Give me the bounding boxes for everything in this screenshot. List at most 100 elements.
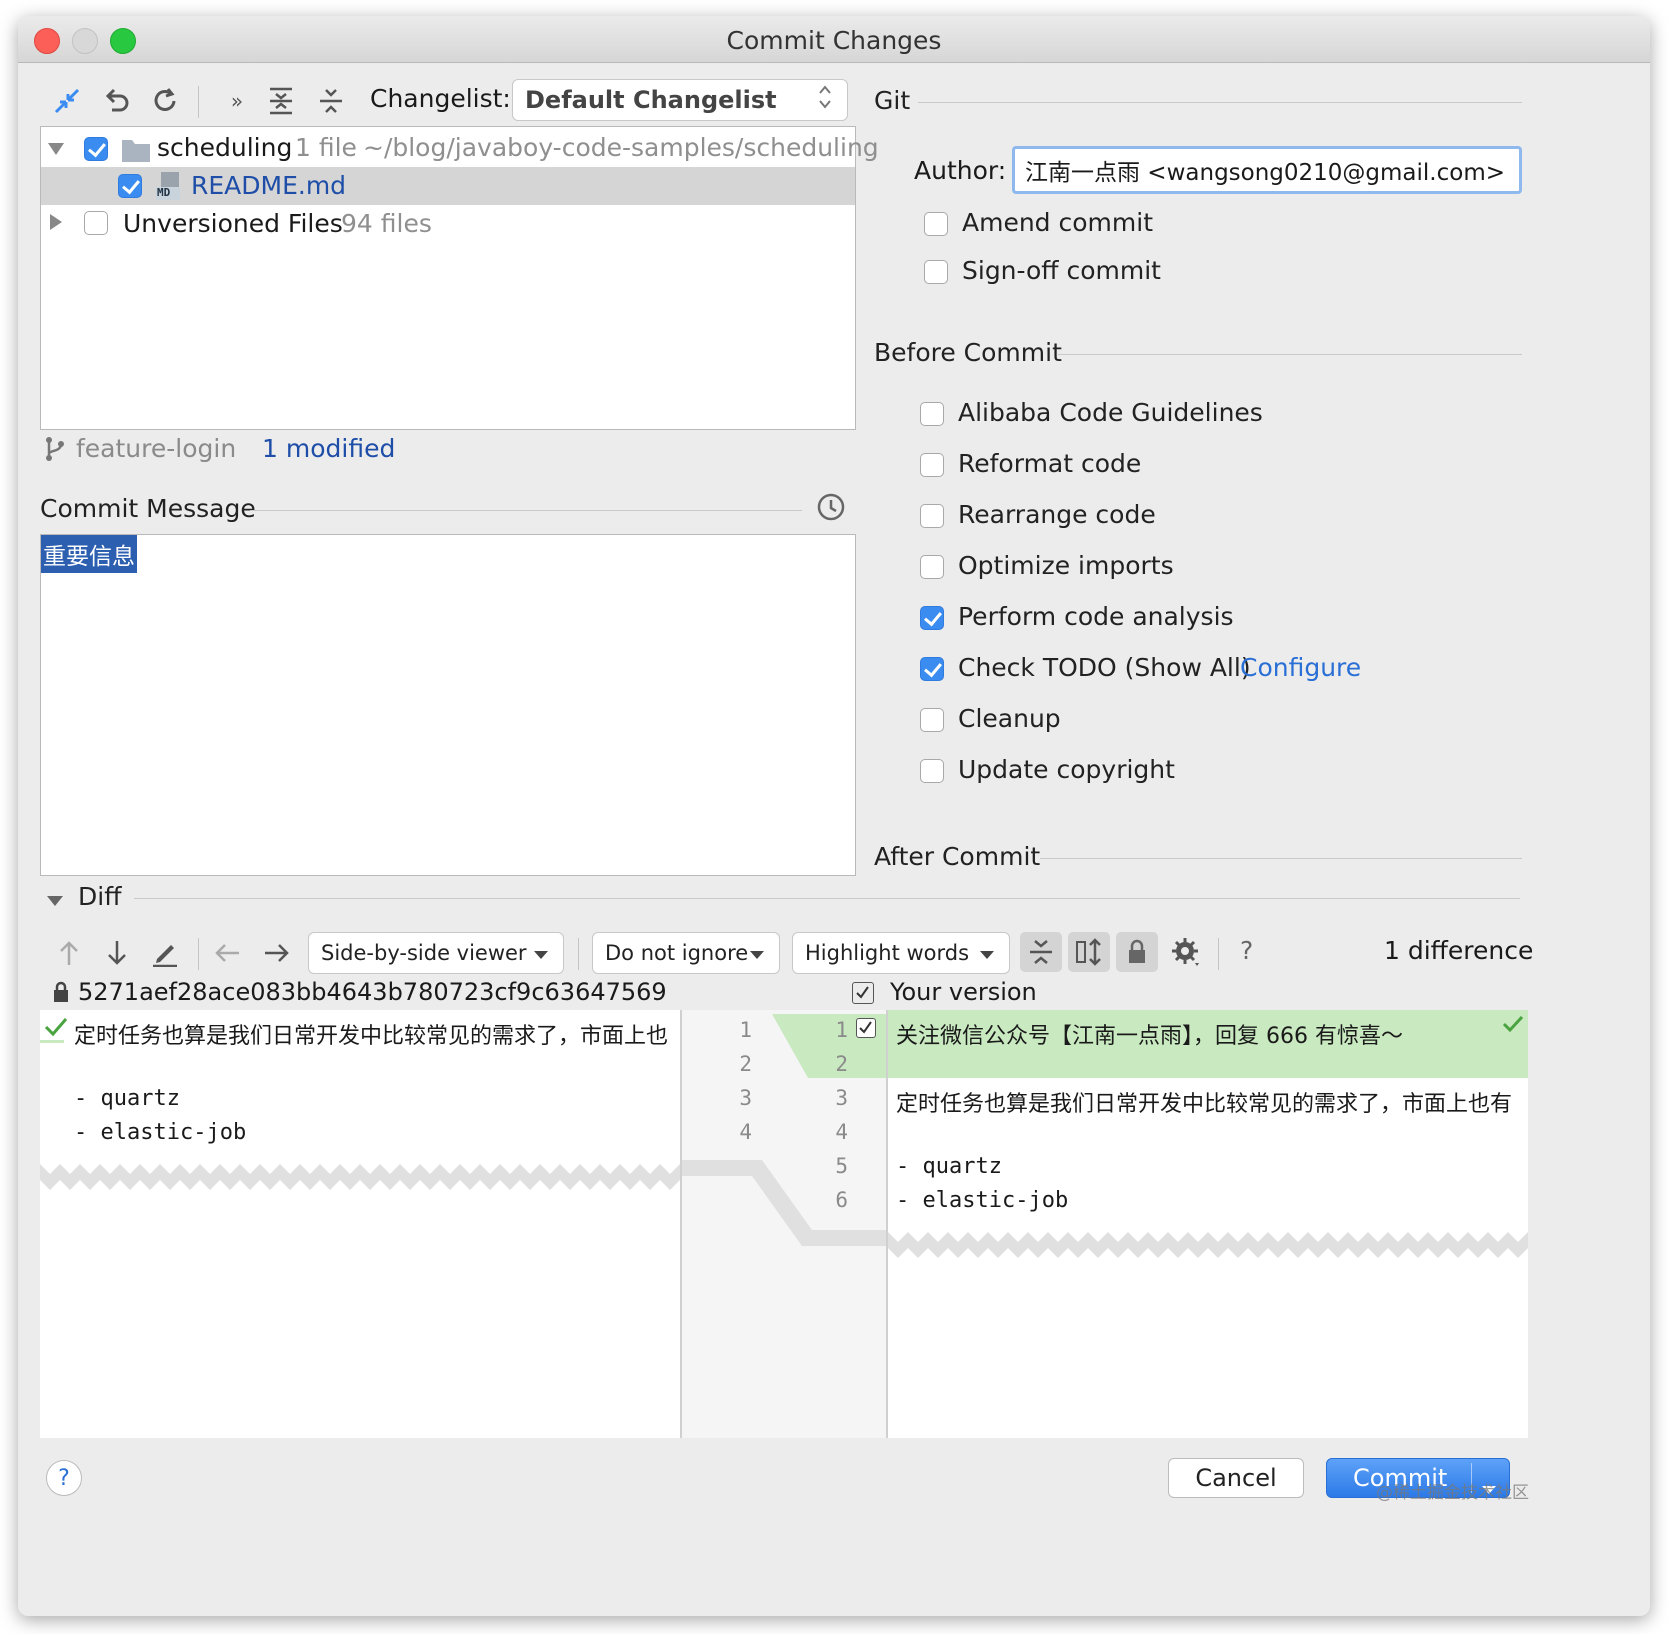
expand-all-icon[interactable] (264, 84, 298, 118)
whitespace-dropdown[interactable]: Do not ignore (592, 932, 780, 974)
whitespace-value: Do not ignore (605, 941, 749, 965)
unversioned-checkbox[interactable] (84, 211, 108, 235)
commit-message-label: Commit Message (40, 494, 256, 523)
update-copyright-label[interactable]: Update copyright (958, 755, 1175, 784)
expanded-arrow-icon[interactable] (47, 141, 65, 160)
help-button[interactable]: ? (46, 1460, 82, 1496)
readme-file-name[interactable]: README.md (191, 171, 346, 200)
check-todo-label[interactable]: Check TODO (Show All) (958, 653, 1251, 682)
configure-link[interactable]: Configure (1240, 653, 1361, 682)
highlight-value: Highlight words (805, 941, 970, 965)
check-todo-checkbox[interactable] (920, 657, 944, 681)
history-clock-icon[interactable] (816, 492, 846, 526)
sync-scroll-icon[interactable] (1068, 932, 1110, 972)
diff-title: Diff (78, 882, 122, 911)
rearrange-code-label[interactable]: Rearrange code (958, 500, 1156, 529)
viewer-mode-dropdown[interactable]: Side-by-side viewer (308, 932, 564, 974)
alibaba-guidelines-label[interactable]: Alibaba Code Guidelines (958, 398, 1263, 427)
left-revision-hash: 5271aef28ace083bb4643b780723cf9c63647569 (78, 978, 667, 1006)
optimize-imports-label[interactable]: Optimize imports (958, 551, 1174, 580)
commit-message-separator (250, 510, 802, 511)
tree-root-name[interactable]: scheduling (157, 133, 292, 162)
diff-collapse-arrow-icon[interactable] (46, 892, 64, 911)
update-copyright-checkbox[interactable] (920, 759, 944, 783)
readme-checkbox[interactable] (118, 174, 142, 198)
collapse-unchanged-icon[interactable] (1020, 932, 1062, 972)
branch-name[interactable]: feature-login (76, 434, 236, 463)
next-difference-icon[interactable] (100, 936, 134, 970)
lock-icon[interactable] (1116, 932, 1158, 972)
before-commit-title: Before Commit (874, 338, 1062, 367)
window-title: Commit Changes (726, 26, 942, 55)
unversioned-files-label[interactable]: Unversioned Files (123, 209, 343, 238)
diff-right-pane[interactable]: 关注微信公众号【江南一点雨】，回复 666 有惊喜～ 定时任务也算是我们日常开发… (888, 1010, 1528, 1438)
forward-arrow-icon[interactable] (260, 936, 294, 970)
perform-code-analysis-label[interactable]: Perform code analysis (958, 602, 1234, 631)
diff-help-button[interactable]: ? (1240, 936, 1253, 965)
cleanup-checkbox[interactable] (920, 708, 944, 732)
reformat-code-label[interactable]: Reformat code (958, 449, 1141, 478)
chevron-down-icon (533, 941, 549, 965)
commit-changes-dialog: Commit Changes » Changelist: Default Cha… (18, 16, 1650, 1616)
collapsed-arrow-icon[interactable] (49, 213, 63, 235)
right-line-6: - elastic-job (896, 1188, 1069, 1213)
changelist-dropdown[interactable]: Default Changelist (512, 79, 848, 121)
collapse-all-icon[interactable] (314, 84, 348, 118)
left-line-4: - elastic-job (74, 1120, 247, 1145)
diff-center-gutter: 1 2 3 4 1 2 3 4 5 6 (682, 1010, 888, 1438)
rearrange-code-checkbox[interactable] (920, 504, 944, 528)
signoff-commit-label[interactable]: Sign-off commit (962, 256, 1161, 285)
refresh-icon[interactable] (148, 84, 182, 118)
diff-toolbar-separator (198, 938, 199, 970)
right-line-number: 1 (835, 1018, 848, 1042)
settings-gear-icon[interactable] (1170, 936, 1204, 970)
rollback-icon[interactable] (100, 84, 134, 118)
modified-count-link[interactable]: 1 modified (262, 434, 395, 463)
diff-separator (134, 898, 1520, 899)
diff-toolbar-separator-3 (1218, 938, 1219, 970)
highlight-dropdown[interactable]: Highlight words (792, 932, 1010, 974)
viewer-mode-value: Side-by-side viewer (321, 941, 527, 965)
accepted-check-icon (44, 1016, 68, 1042)
right-line-5: - quartz (896, 1154, 1002, 1179)
author-value: 江南一点雨 <wangsong0210@gmail.com> (1025, 160, 1506, 186)
back-arrow-icon[interactable] (210, 936, 244, 970)
readonly-lock-icon (52, 980, 70, 1008)
tree-root-count: 1 file (295, 133, 357, 162)
change-marker (40, 1040, 64, 1043)
signoff-commit-checkbox[interactable] (924, 260, 948, 284)
line-include-checkbox[interactable] (856, 1018, 876, 1038)
reformat-code-checkbox[interactable] (920, 453, 944, 477)
previous-difference-icon[interactable] (52, 936, 86, 970)
accepted-check-icon (1502, 1014, 1524, 1038)
edit-source-icon[interactable] (148, 936, 182, 970)
author-input[interactable]: 江南一点雨 <wangsong0210@gmail.com> (1012, 146, 1522, 194)
commit-message-input[interactable]: 重要信息 (40, 534, 856, 876)
change-connector (682, 1014, 888, 1246)
optimize-imports-checkbox[interactable] (920, 555, 944, 579)
after-commit-separator (1040, 858, 1522, 859)
folded-region-zigzag (888, 1232, 1528, 1258)
perform-code-analysis-checkbox[interactable] (920, 606, 944, 630)
title-bar: Commit Changes (18, 16, 1650, 63)
cleanup-label[interactable]: Cleanup (958, 704, 1061, 733)
scheduling-checkbox[interactable] (84, 137, 108, 161)
cancel-button[interactable]: Cancel (1168, 1458, 1304, 1498)
alibaba-guidelines-checkbox[interactable] (920, 402, 944, 426)
right-line-number: 4 (835, 1120, 848, 1144)
diff-left-pane[interactable]: 定时任务也算是我们日常开发中比较常见的需求了，市面上也 - quartz - e… (40, 1010, 680, 1438)
show-diff-icon[interactable] (50, 84, 84, 118)
diff-toolbar-separator-2 (578, 938, 579, 970)
right-line-number: 2 (835, 1052, 848, 1076)
commit-message-text: 重要信息 (41, 535, 137, 573)
changes-tree: scheduling 1 file ~/blog/javaboy-code-sa… (40, 126, 879, 430)
folder-icon (121, 137, 151, 167)
branch-icon (44, 436, 66, 466)
include-changes-checkbox[interactable] (852, 982, 874, 1004)
right-line-3: 定时任务也算是我们日常开发中比较常见的需求了，市面上也有 (896, 1092, 1513, 1117)
amend-commit-checkbox[interactable] (924, 212, 948, 236)
help-question-icon: ? (58, 1465, 70, 1491)
more-icon[interactable]: » (220, 84, 254, 118)
amend-commit-label[interactable]: Amend commit (962, 208, 1153, 237)
right-version-label: Your version (890, 978, 1037, 1006)
